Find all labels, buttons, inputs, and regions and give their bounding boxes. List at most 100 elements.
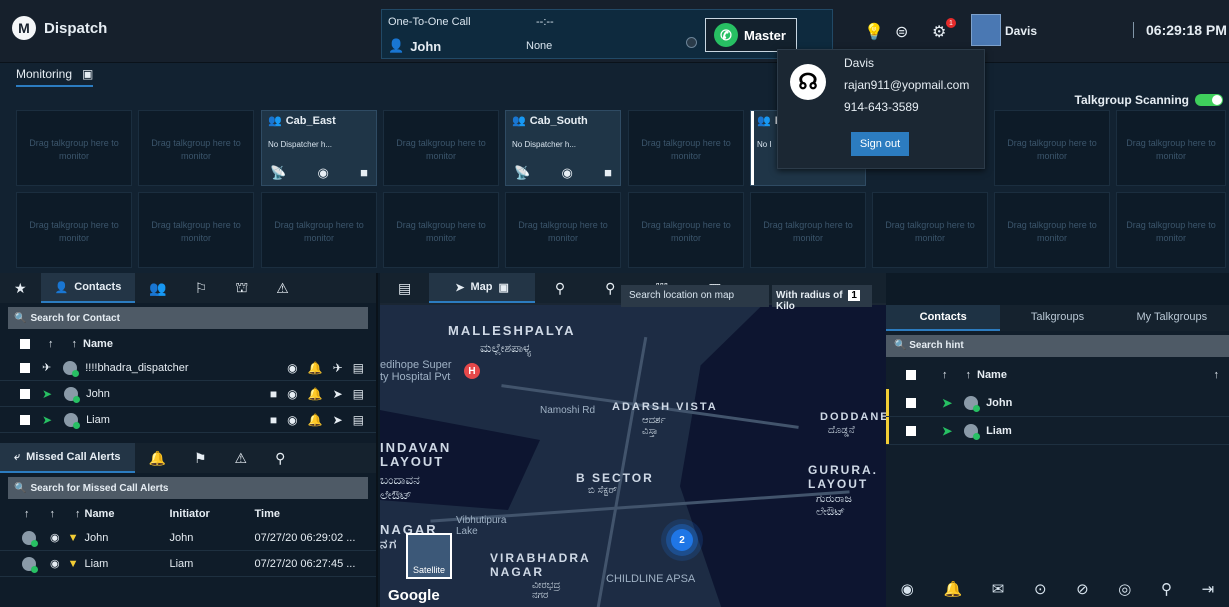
avatar[interactable] — [971, 14, 1001, 46]
broadcast-tab-icon[interactable]: ⚐ — [181, 273, 222, 303]
bell-icon[interactable]: 🔔 — [308, 387, 323, 401]
groups-tab-icon[interactable]: 👥 — [135, 273, 180, 303]
chat-tab-icon[interactable]: ▤ — [380, 273, 429, 303]
tab-missed-call-alerts[interactable]: ⤶ Missed Call Alerts — [0, 443, 135, 473]
select-all-checkbox[interactable] — [906, 370, 916, 380]
tab-my-talkgroups[interactable]: My Talkgroups — [1115, 305, 1229, 331]
message-icon[interactable]: ▤ — [353, 413, 364, 427]
status-menu-icon[interactable]: ⊜ — [895, 22, 908, 42]
monitor-slot[interactable]: Drag talkgroup here to monitor — [505, 192, 621, 268]
radio-icon[interactable]: 📡 — [270, 166, 286, 179]
contact-search-input[interactable]: 🔍 Search for Contact — [8, 307, 368, 329]
video-icon[interactable]: ■ — [360, 166, 368, 179]
row-checkbox[interactable] — [906, 397, 916, 408]
monitor-slot[interactable]: Drag talkgroup here to monitor — [383, 110, 499, 186]
talkgroup-scanning[interactable]: Talkgroup Scanning — [1075, 93, 1223, 107]
missed-call-search-input[interactable]: 🔍 Search for Missed Call Alerts — [8, 477, 368, 499]
mic-icon[interactable]: ◉ — [287, 387, 297, 401]
bell-icon[interactable]: 🔔 — [308, 413, 323, 427]
map-location-search-input[interactable]: Search location on map — [621, 285, 769, 307]
row-checkbox[interactable] — [20, 388, 30, 399]
gear-icon[interactable]: ⚙ — [932, 22, 946, 42]
monitor-slot[interactable]: Drag talkgroup here to monitor — [1116, 110, 1226, 186]
contact-row[interactable]: ➤ Liam ■ ◉ 🔔 ➤ ▤ — [0, 407, 376, 433]
video-icon[interactable]: ■ — [270, 387, 277, 401]
tab-talkgroups[interactable]: Talkgroups — [1000, 305, 1114, 331]
alert-tab-icon[interactable]: ⚠ — [221, 443, 262, 473]
master-button[interactable]: ✆ Master — [705, 18, 797, 52]
monitor-slot[interactable]: Drag talkgroup here to monitor — [750, 192, 866, 268]
locate-icon[interactable]: ➤ — [333, 413, 343, 427]
tab-contacts[interactable]: Contacts — [886, 305, 1001, 331]
talkgroup-tile-cab-south[interactable]: 👥 Cab_South No Dispatcher h... 📡 ◉ ■ — [505, 110, 621, 186]
contact-row[interactable]: ✈ !!!!bhadra_dispatcher ◉ 🔔 ✈ ▤ — [0, 355, 376, 381]
monitor-slot[interactable]: Drag talkgroup here to monitor — [16, 110, 132, 186]
radio-check-icon[interactable]: ⊙ — [1034, 580, 1047, 598]
name-column-header[interactable]: Name — [85, 508, 170, 520]
missed-call-row[interactable]: ◉ ▼ John John 07/27/20 06:29:02 ... — [0, 525, 376, 551]
marker-cluster[interactable]: 2 — [671, 529, 693, 551]
alert-group-tab-icon[interactable]: ⚠ — [262, 273, 303, 303]
monitor-slot[interactable]: Drag talkgroup here to monitor — [138, 192, 254, 268]
radius-input[interactable]: 1 — [848, 290, 860, 301]
message-icon[interactable]: ▤ — [353, 387, 364, 401]
monitor-slot[interactable]: Drag talkgroup here to monitor — [138, 110, 254, 186]
radius-control[interactable]: With radius of 1 Kilo — [772, 285, 872, 312]
select-all-checkbox[interactable] — [20, 339, 30, 349]
row-checkbox[interactable] — [906, 425, 916, 436]
name-column-header[interactable]: Name — [977, 369, 1007, 381]
route-tab-icon[interactable]: ⚲ — [535, 273, 585, 303]
monitor-slot[interactable]: Drag talkgroup here to monitor — [994, 192, 1110, 268]
favorites-tab-icon[interactable]: ★ — [0, 273, 41, 303]
location-pin-icon[interactable]: ⚲ — [1161, 580, 1172, 598]
mic-icon[interactable]: ◉ — [901, 580, 914, 598]
sign-out-icon[interactable]: ⇥ — [1202, 580, 1215, 598]
talkgroup-tile-cab-east[interactable]: 👥 Cab_East No Dispatcher h... 📡 ◉ ■ — [261, 110, 377, 186]
emergency-tab-icon[interactable]: ⚑ — [180, 443, 221, 473]
monitor-slot[interactable]: Drag talkgroup here to monitor — [628, 110, 744, 186]
monitor-slot[interactable]: Drag talkgroup here to monitor — [872, 192, 988, 268]
mic-icon[interactable]: ◉ — [287, 361, 297, 375]
undock-icon[interactable]: ▣ — [82, 67, 93, 81]
hint-search-input[interactable]: 🔍 Search hint — [886, 335, 1229, 357]
radio-disable-icon[interactable]: ⊘ — [1076, 580, 1089, 598]
remote-monitor-icon[interactable]: ◎ — [1118, 580, 1131, 598]
video-icon[interactable]: ■ — [604, 166, 612, 179]
missed-call-row[interactable]: ◉ ▼ Liam Liam 07/27/20 06:27:45 ... — [0, 551, 376, 577]
row-checkbox[interactable] — [20, 414, 30, 425]
contact-row[interactable]: ➤ John ■ ◉ 🔔 ➤ ▤ — [0, 381, 376, 407]
right-contact-row[interactable]: ➤ John — [886, 389, 1229, 417]
bell-tab-icon[interactable]: 🔔 — [135, 443, 180, 473]
mic-icon[interactable]: ◉ — [561, 166, 572, 179]
right-contact-row[interactable]: ➤ Liam — [886, 417, 1229, 445]
name-column-header[interactable]: Name — [83, 338, 113, 350]
bell-icon[interactable]: 🔔 — [308, 361, 323, 375]
tab-map[interactable]: ➤ Map ▣ — [429, 273, 535, 303]
message-icon[interactable]: ▤ — [353, 361, 364, 375]
locate-icon[interactable]: ➤ — [333, 387, 343, 401]
mic-icon[interactable]: ◉ — [317, 166, 328, 179]
hospital-pin-icon[interactable]: H — [464, 363, 480, 379]
monitor-slot[interactable]: Drag talkgroup here to monitor — [261, 192, 377, 268]
radio-icon[interactable]: 📡 — [514, 166, 530, 179]
talkgroup-scanning-toggle[interactable] — [1195, 94, 1223, 106]
monitor-slot[interactable]: Drag talkgroup here to monitor — [994, 110, 1110, 186]
video-icon[interactable]: ■ — [270, 413, 277, 427]
time-column-header[interactable]: Time — [255, 508, 280, 520]
plane-icon[interactable]: ✈ — [333, 361, 343, 375]
tab-contacts[interactable]: 👤 Contacts — [40, 273, 136, 303]
map-canvas[interactable]: MALLESHPALYA ಮಲ್ಲೇಶಪಾಳ್ಯ edihope Super t… — [380, 305, 886, 607]
satellite-toggle-button[interactable]: Satellite — [406, 533, 452, 579]
top-user-name[interactable]: Davis — [1005, 24, 1037, 38]
tab-monitoring[interactable]: Monitoring ▣ — [16, 67, 94, 87]
initiator-column-header[interactable]: Initiator — [170, 508, 255, 520]
monitor-slot[interactable]: Drag talkgroup here to monitor — [16, 192, 132, 268]
bell-icon[interactable]: 🔔 — [943, 580, 962, 598]
sort-arrow-icon[interactable]: ↑ — [48, 338, 54, 350]
monitor-slot[interactable]: Drag talkgroup here to monitor — [383, 192, 499, 268]
team-tab-icon[interactable]: ⛫ — [221, 273, 262, 303]
lightbulb-icon[interactable]: 💡 — [864, 22, 884, 42]
sign-out-button[interactable]: Sign out — [851, 132, 909, 156]
monitor-slot[interactable]: Drag talkgroup here to monitor — [1116, 192, 1226, 268]
monitor-slot[interactable]: Drag talkgroup here to monitor — [628, 192, 744, 268]
